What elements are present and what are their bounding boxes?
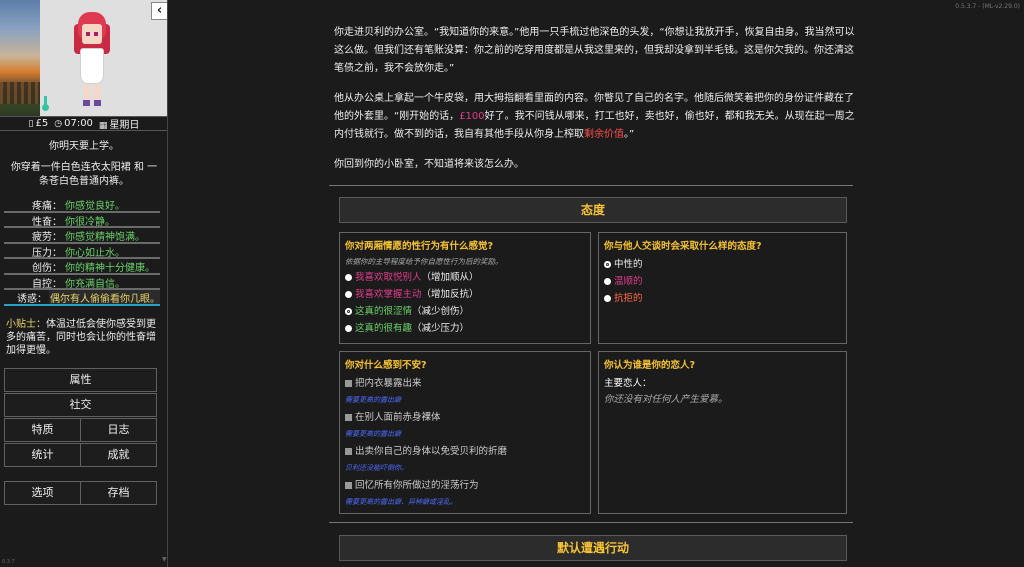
- character-avatar: [72, 10, 112, 110]
- achievements-button[interactable]: 成就: [80, 443, 157, 467]
- build-number: 0.3.7: [2, 559, 15, 565]
- statistics-button[interactable]: 统计: [4, 443, 81, 467]
- option-fun[interactable]: 这真的很有趣 （减少压力）: [345, 320, 585, 337]
- thermometer-icon: [42, 96, 49, 111]
- option-lewd[interactable]: 这真的很涩情 （减少创伤）: [345, 303, 585, 320]
- checkbox-item[interactable]: 把内衣暴露出来: [345, 375, 585, 392]
- stat-fatigue: 疲劳： 你感觉精神饱满。: [4, 228, 160, 244]
- radio-button-selected[interactable]: [345, 308, 352, 315]
- calendar-icon: ▦: [98, 121, 108, 131]
- stat-arousal: 性奋： 你很冷静。: [4, 213, 160, 228]
- insecurity-panel: 你对什么感到不安? 把内衣暴露出来 需要更高的露出癖 在别人面前赤身裸体 需要更…: [339, 351, 591, 514]
- sidebar: ‹ ▯ £5 ◷ 07:00 ▦ 星期日 你明天要上学。 你穿着一件白色连衣太阳裙 和…: [0, 0, 168, 567]
- no-lover-text: 你还没有对任何人产生爱慕。: [604, 394, 728, 405]
- requirement-note: 需要更高的露出癖: [345, 430, 401, 438]
- passage-paragraph: 你回到你的小卧室，不知道将来该怎么办。: [334, 159, 524, 170]
- requirement-note: 需要更高的露出癖: [345, 396, 401, 404]
- clock-icon: ◷: [54, 119, 63, 129]
- traits-button[interactable]: 特质: [4, 418, 81, 442]
- stat-control: 自控： 你充满自信。: [4, 275, 160, 290]
- option-neutral[interactable]: 中性的: [604, 256, 841, 273]
- radio-button[interactable]: [345, 274, 352, 281]
- radio-button[interactable]: [345, 325, 352, 332]
- panel-subtitle: 依据你的主导程度给予你自愿性行为后的奖励。: [345, 257, 503, 266]
- chevron-left-icon: ‹: [156, 3, 163, 18]
- attitude-header: 态度: [339, 197, 847, 223]
- option-meek[interactable]: 温顺的: [604, 273, 841, 290]
- lover-panel: 你认为谁是你的恋人? 主要恋人： 你还没有对任何人产生爱慕。: [598, 351, 847, 514]
- scroll-down-icon[interactable]: ▼: [162, 556, 167, 563]
- requirement-note: 贝利还没能吓倒你。: [345, 464, 408, 472]
- passage-paragraph: 他从办公桌上拿起一个牛皮袋，用大拇指翻看里面的内容。你瞥见了自己的名字。他随后微…: [334, 93, 855, 140]
- story-passage: 你走进贝利的办公室。“我知道你的来意。”他用一只手梳过他深色的头发，“你想让我放…: [334, 24, 856, 186]
- checkbox-item[interactable]: 出卖你自己的身体以免受贝利的折磨: [345, 443, 585, 460]
- panel-title: 你与他人交谈时会采取什么样的态度?: [604, 241, 762, 252]
- wallet-icon: ▯: [28, 119, 34, 129]
- checkbox-disabled: [345, 414, 352, 421]
- status-bar: ▯ £5 ◷ 07:00 ▦ 星期日: [0, 116, 167, 131]
- passage-paragraph: 你走进贝利的办公室。“我知道你的来意。”他用一只手梳过他深色的头发，“你想让我放…: [334, 27, 855, 74]
- tip-label: 小贴士：: [6, 319, 46, 330]
- checkbox-disabled: [345, 380, 352, 387]
- option-please-others[interactable]: 我喜欢取悦别人 （增加顺从）: [345, 269, 585, 286]
- checkbox-item[interactable]: 回忆所有你所做过的淫荡行为: [345, 477, 585, 494]
- sex-attitude-panel: 你对两厢情愿的性行为有什么感觉? 依据你的主导程度给予你自愿性行为后的奖励。 我…: [339, 232, 591, 344]
- radio-button[interactable]: [345, 291, 352, 298]
- day-display: ▦ 星期日: [98, 120, 140, 131]
- radio-button-selected[interactable]: [604, 261, 611, 268]
- checkbox-disabled: [345, 482, 352, 489]
- location-background: [0, 0, 40, 116]
- primary-lover-label: 主要恋人：: [604, 378, 652, 389]
- requirement-note: 需要更高的露出癖、异种癖或淫乱。: [345, 498, 457, 506]
- options-button[interactable]: 选项: [4, 481, 81, 505]
- stat-allure: 诱惑： 偶尔有人偷偷看你几眼。: [4, 290, 160, 306]
- stats-list: 疼痛： 你感觉良好。 性奋： 你很冷静。 疲劳： 你感觉精神饱满。 压力： 你心如止水。…: [4, 197, 160, 306]
- checkbox-disabled: [345, 448, 352, 455]
- version-label: 0.5.3.7 - (ML-v2.29.0): [955, 3, 1020, 10]
- money-amount: £100: [459, 111, 485, 122]
- panel-title: 你认为谁是你的恋人?: [604, 360, 696, 371]
- speech-attitude-panel: 你与他人交谈时会采取什么样的态度? 中性的 温顺的 抗拒的: [598, 232, 847, 344]
- stat-pain: 疼痛： 你感觉良好。: [4, 197, 160, 213]
- outfit-text: 你穿着一件白色连衣太阳裙 和 一条苍白色普通内裤。: [10, 162, 158, 187]
- highlight-text: 剩余价值: [584, 129, 624, 140]
- sidebar-collapse-button[interactable]: ‹: [151, 2, 167, 20]
- divider: [329, 522, 853, 523]
- character-portrait: [0, 0, 167, 116]
- money-display: ▯ £5: [28, 118, 49, 129]
- default-encounter-header: 默认遭遇行动: [339, 535, 847, 561]
- divider: [329, 185, 853, 186]
- main-content: 0.5.3.7 - (ML-v2.29.0) 你走进贝利的办公室。“我知道你的来…: [169, 0, 1024, 567]
- panel-title: 你对什么感到不安?: [345, 360, 427, 371]
- time-display: ◷ 07:00: [54, 118, 93, 129]
- attributes-button[interactable]: 属性: [4, 368, 157, 392]
- journal-button[interactable]: 日志: [80, 418, 157, 442]
- stat-trauma: 创伤： 你的精神十分健康。: [4, 259, 160, 275]
- checkbox-item[interactable]: 在别人面前赤身裸体: [345, 409, 585, 426]
- panel-title: 你对两厢情愿的性行为有什么感觉?: [345, 241, 494, 252]
- social-button[interactable]: 社交: [4, 393, 157, 417]
- day-text: 你明天要上学。: [49, 141, 119, 152]
- option-defiant[interactable]: 抗拒的: [604, 290, 841, 307]
- tip-box: 小贴士：体温过低会使你感受到更多的痛苦，同时也会让你的性奋增加得更慢。: [6, 318, 162, 357]
- saves-button[interactable]: 存档: [80, 481, 157, 505]
- option-take-initiative[interactable]: 我喜欢掌握主动 （增加反抗）: [345, 286, 585, 303]
- stat-stress: 压力： 你心如止水。: [4, 244, 160, 259]
- radio-button[interactable]: [604, 278, 611, 285]
- radio-button[interactable]: [604, 295, 611, 302]
